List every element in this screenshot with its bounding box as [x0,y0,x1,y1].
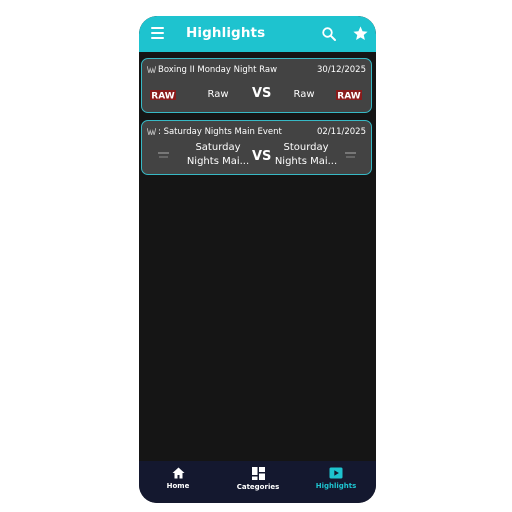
matchup-row: RAW Raw VS Raw RAW [142,83,371,109]
nav-highlights[interactable]: Highlights [306,467,366,490]
nav-label: Highlights [315,482,357,490]
svg-text:RAW: RAW [337,92,360,102]
event-card[interactable]: Boxing II Monday Night Raw 30/12/2025 RA… [141,58,372,113]
wwe-logo-icon [147,66,156,73]
nav-home[interactable]: Home [148,467,208,490]
grid-icon [251,467,265,480]
event-date: 02/11/2025 [317,127,366,137]
wwe-logo-icon [147,128,156,135]
star-icon[interactable] [352,25,369,42]
matchup-row: Saturday Nights Mai... VS Stourday Night… [142,140,371,167]
event-title: : Saturday Nights Main Event [158,127,282,137]
page-title: Highlights [186,25,266,41]
raw-logo-left: RAW [150,90,176,102]
hamburger-menu-icon[interactable] [151,27,164,39]
play-icon [329,467,343,479]
team-a: Saturday Nights Mai... [186,142,250,167]
event-header: : Saturday Nights Main Event 02/11/2025 [147,127,366,139]
event-card[interactable]: : Saturday Nights Main Event 02/11/2025 … [141,120,372,175]
event-date: 30/12/2025 [317,65,366,75]
search-icon[interactable] [321,26,337,42]
bottom-navigation: Home Categories Highlights [139,461,376,503]
raw-logo-right: RAW [336,90,362,102]
event-logo-right-icon [345,152,356,158]
event-header: Boxing II Monday Night Raw 30/12/2025 [147,65,366,77]
nav-label: Categories [236,483,280,491]
svg-text:RAW: RAW [151,92,174,102]
team-a: Raw [207,89,229,100]
app-bar: Highlights [139,16,376,52]
nav-label: Home [166,482,190,490]
vs-label: VS [252,149,272,164]
nav-categories[interactable]: Categories [228,467,288,491]
event-title: Boxing II Monday Night Raw [158,65,278,75]
team-b: Raw [293,89,315,100]
event-logo-left-icon [158,152,169,158]
home-icon [172,467,184,479]
team-b: Stourday Nights Mai... [274,142,338,167]
vs-label: VS [252,86,272,101]
phone-screen: Highlights Boxing II Monday Night Raw 30… [139,16,376,503]
